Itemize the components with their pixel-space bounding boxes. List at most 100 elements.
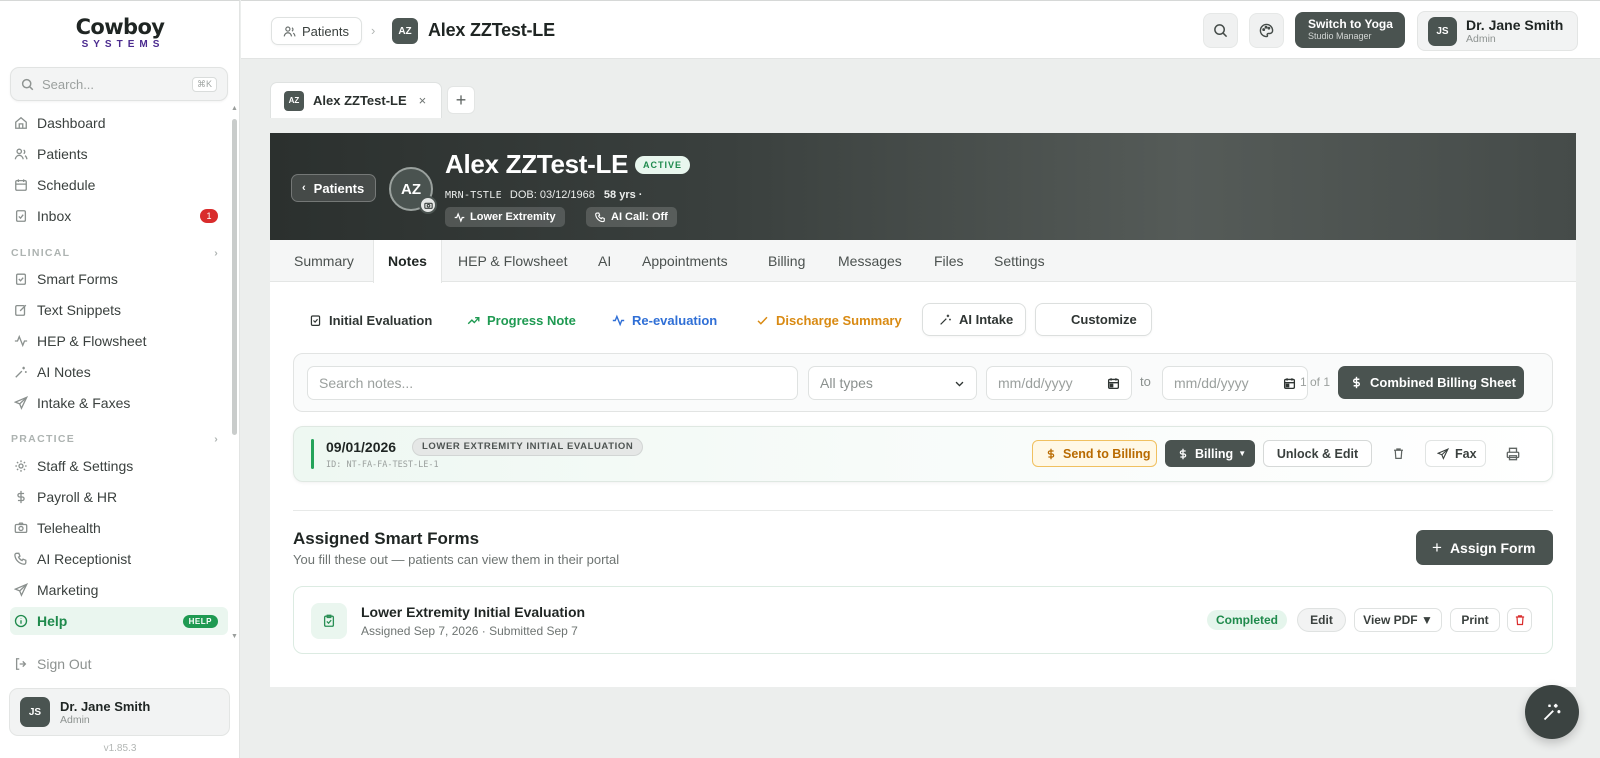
patient-tabs: Summary Notes HEP & Flowsheet AI Appoint…: [270, 240, 1576, 283]
sidebar-item-label: Smart Forms: [37, 271, 118, 287]
sidebar-search[interactable]: Search... ⌘K: [10, 67, 228, 101]
edit-form-button[interactable]: Edit: [1297, 608, 1346, 632]
patient-tab[interactable]: AZ Alex ZZTest-LE ×: [270, 82, 442, 118]
tab-files[interactable]: Files: [934, 240, 964, 282]
clipboard-icon: [15, 273, 27, 285]
new-discharge-summary-button[interactable]: Discharge Summary: [756, 304, 902, 336]
sidebar-item-marketing[interactable]: Marketing: [10, 576, 228, 604]
view-pdf-button[interactable]: View PDF ▼: [1354, 608, 1442, 632]
sidebar-item-ai-receptionist[interactable]: AI Receptionist: [10, 545, 228, 573]
switch-to-yoga-button[interactable]: Switch to Yoga Studio Manager: [1295, 12, 1405, 48]
global-search-button[interactable]: [1203, 13, 1238, 48]
sidebar-item-label: Text Snippets: [37, 302, 122, 318]
sidebar-item-dashboard[interactable]: Dashboard: [10, 109, 228, 137]
sidebar-item-label: Inbox: [37, 208, 72, 224]
calendar-icon[interactable]: [1107, 377, 1120, 390]
logo[interactable]: Cowboy SYSTEMS: [0, 15, 240, 51]
camera-icon[interactable]: [419, 196, 437, 214]
note-type-select[interactable]: All types: [808, 366, 977, 400]
calendar-icon[interactable]: [1283, 377, 1296, 390]
new-progress-note-button[interactable]: Progress Note: [467, 304, 576, 336]
add-tab-button[interactable]: +: [447, 86, 475, 114]
search-icon: [1214, 24, 1228, 38]
fax-button[interactable]: Fax: [1425, 440, 1486, 467]
fax-label: Fax: [1455, 446, 1477, 461]
date-to-placeholder: mm/dd/yyyy: [1174, 375, 1249, 391]
sidebar-item-schedule[interactable]: Schedule: [10, 171, 228, 199]
tab-notes[interactable]: Notes: [373, 240, 442, 283]
section-practice-label: PRACTICE: [11, 433, 76, 445]
print-note-button[interactable]: [1499, 440, 1527, 467]
sign-out-button[interactable]: Sign Out: [14, 656, 91, 672]
sidebar-item-text-snippets[interactable]: Text Snippets: [10, 296, 228, 324]
smart-form-row[interactable]: Lower Extremity Initial Evaluation Assig…: [293, 586, 1553, 654]
note-type-label: Discharge Summary: [776, 312, 902, 328]
ai-intake-button[interactable]: AI Intake: [922, 303, 1026, 336]
sign-out-label: Sign Out: [37, 656, 92, 672]
notes-card: Summary Notes HEP & Flowsheet AI Appoint…: [270, 240, 1576, 687]
sidebar-item-intake-faxes[interactable]: Intake & Faxes: [10, 389, 228, 417]
sidebar-user-card[interactable]: JS Dr. Jane Smith Admin: [9, 688, 230, 736]
sidebar: Cowboy SYSTEMS Search... ⌘K Dashboard Pa…: [0, 0, 240, 758]
logout-icon: [15, 658, 27, 670]
sidebar-scroll-thumb[interactable]: [232, 119, 237, 435]
sparkle-icon: [940, 314, 951, 325]
section-practice[interactable]: PRACTICE ›: [11, 433, 219, 445]
unlock-edit-button[interactable]: Unlock & Edit: [1263, 440, 1372, 467]
clipboard-icon: [311, 603, 347, 639]
tab-appointments[interactable]: Appointments: [642, 240, 728, 282]
sidebar-item-help[interactable]: Help HELP: [10, 607, 228, 635]
date-from-input[interactable]: mm/dd/yyyy: [986, 366, 1132, 400]
ai-assistant-fab[interactable]: [1525, 685, 1579, 739]
sidebar-item-payroll-hr[interactable]: Payroll & HR: [10, 483, 228, 511]
status-badge: ACTIVE: [635, 156, 691, 174]
plus-icon: +: [1432, 537, 1442, 557]
sidebar-item-label: Schedule: [37, 177, 96, 193]
send-to-billing-button[interactable]: Send to Billing: [1032, 440, 1157, 467]
delete-note-button[interactable]: [1384, 440, 1412, 467]
sidebar-item-hep-flowsheet[interactable]: HEP & Flowsheet: [10, 327, 228, 355]
ai-call-tag[interactable]: AI Call: Off: [586, 207, 677, 227]
close-icon[interactable]: ×: [419, 93, 427, 108]
sidebar-item-smart-forms[interactable]: Smart Forms: [10, 265, 228, 293]
date-to-input[interactable]: mm/dd/yyyy: [1162, 366, 1308, 400]
chevron-right-icon: ›: [214, 247, 219, 259]
tab-billing[interactable]: Billing: [768, 240, 805, 282]
patient-age: 58 yrs ·: [603, 189, 643, 201]
sidebar-item-staff-settings[interactable]: Staff & Settings: [10, 452, 228, 480]
sidebar-item-telehealth[interactable]: Telehealth: [10, 514, 228, 542]
combined-billing-sheet-button[interactable]: Combined Billing Sheet: [1338, 366, 1524, 399]
tab-ai[interactable]: AI: [598, 240, 611, 282]
customize-button[interactable]: Customize: [1035, 303, 1152, 336]
theme-button[interactable]: [1249, 13, 1284, 48]
scroll-down-icon[interactable]: ▼: [231, 633, 238, 640]
section-clinical[interactable]: CLINICAL ›: [11, 247, 219, 259]
tab-hep-flowsheet[interactable]: HEP & Flowsheet: [458, 240, 567, 282]
region-tag[interactable]: Lower Extremity: [445, 207, 565, 227]
notes-search-input[interactable]: Search notes...: [307, 366, 798, 400]
section-clinical-label: CLINICAL: [11, 247, 71, 259]
notes-filter-bar: Search notes... All types mm/dd/yyyy to …: [293, 353, 1553, 412]
sidebar-item-label: AI Notes: [37, 364, 91, 380]
sidebar-item-ai-notes[interactable]: AI Notes: [10, 358, 228, 386]
new-initial-evaluation-button[interactable]: Initial Evaluation: [309, 304, 432, 336]
sidebar-item-label: Help: [37, 613, 68, 629]
back-to-patients-button[interactable]: ‹ Patients: [291, 174, 377, 202]
sidebar-item-patients[interactable]: Patients: [10, 140, 228, 168]
back-label: Patients: [313, 180, 365, 196]
assign-form-button[interactable]: + Assign Form: [1416, 530, 1553, 565]
note-row[interactable]: 09/01/2026 LOWER EXTREMITY INITIAL EVALU…: [293, 426, 1553, 482]
tab-messages[interactable]: Messages: [838, 240, 902, 282]
delete-form-button[interactable]: [1507, 608, 1532, 632]
print-form-button[interactable]: Print: [1450, 608, 1500, 632]
breadcrumb-patients-button[interactable]: Patients: [271, 17, 362, 45]
tab-settings[interactable]: Settings: [994, 240, 1045, 282]
user-menu[interactable]: JS Dr. Jane Smith Admin: [1417, 11, 1578, 51]
tab-summary[interactable]: Summary: [294, 240, 354, 282]
sidebar-item-inbox[interactable]: Inbox 1: [10, 202, 228, 230]
scroll-up-icon[interactable]: ▲: [231, 105, 238, 112]
avatar: JS: [1428, 16, 1457, 46]
new-reevaluation-button[interactable]: Re-evaluation: [612, 304, 717, 336]
switch-title: Switch to Yoga: [1308, 17, 1393, 31]
billing-dropdown-button[interactable]: Billing ▼: [1165, 440, 1255, 467]
